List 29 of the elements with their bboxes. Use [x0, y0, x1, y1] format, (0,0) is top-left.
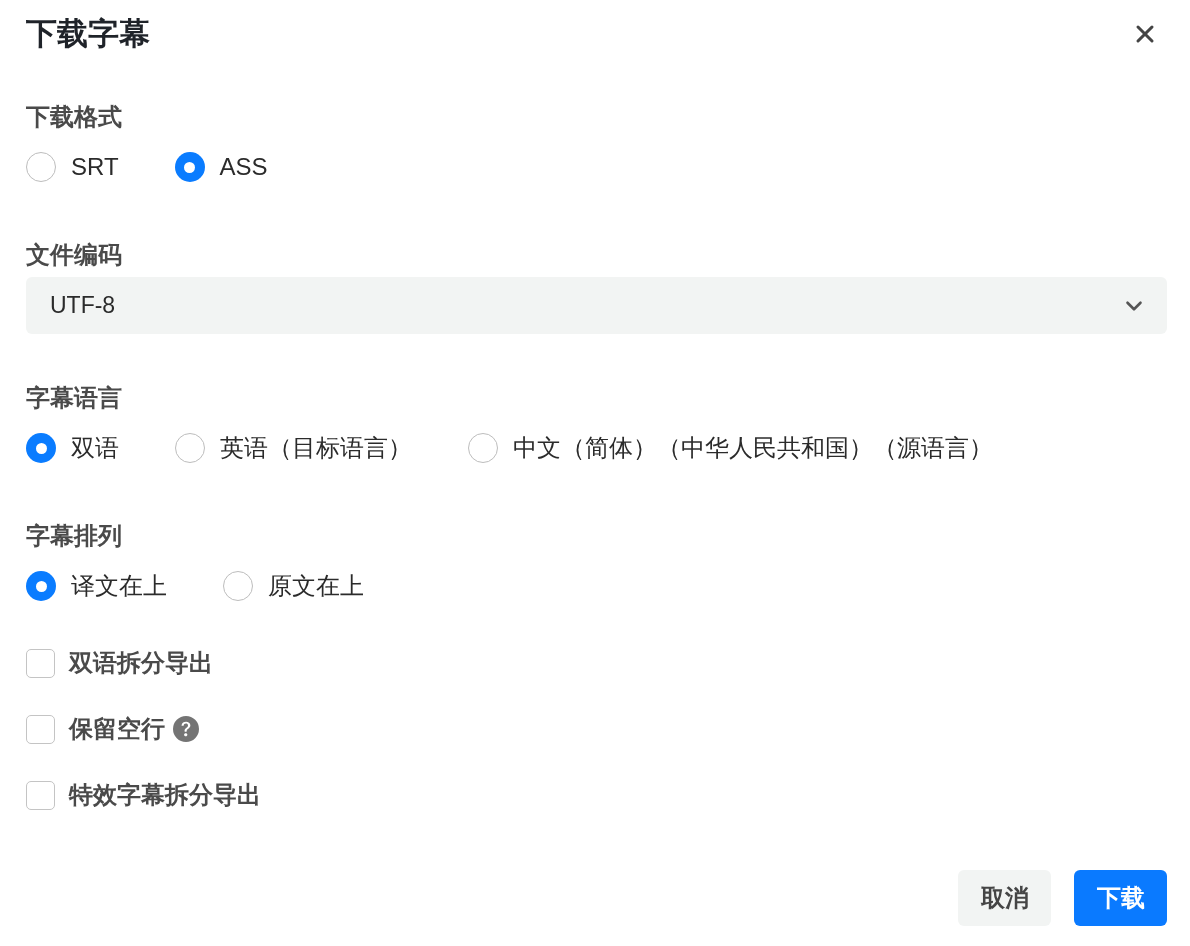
dialog-title: 下载字幕: [26, 15, 150, 53]
checkbox-label[interactable]: 双语拆分导出: [69, 648, 213, 678]
radio-button[interactable]: [174, 152, 205, 182]
option-label[interactable]: SRT: [71, 152, 119, 182]
radio-button[interactable]: [26, 571, 56, 601]
help-icon[interactable]: [173, 716, 199, 742]
cancel-button[interactable]: 取消: [958, 870, 1051, 926]
checkbox[interactable]: [26, 714, 55, 744]
section-label: 字幕语言: [26, 383, 122, 413]
radio-button[interactable]: [468, 433, 498, 463]
option-label[interactable]: 原文在上: [268, 571, 364, 601]
download-button[interactable]: 下载: [1074, 870, 1167, 926]
option-label[interactable]: ASS: [219, 152, 268, 182]
radio-button[interactable]: [175, 433, 205, 463]
section-label: 下载格式: [26, 102, 122, 132]
option-label[interactable]: 双语: [71, 433, 119, 463]
option-label[interactable]: 译文在上: [71, 571, 167, 601]
radio-button[interactable]: [26, 433, 56, 463]
option-label[interactable]: 英语（目标语言）: [220, 433, 412, 463]
radio-button[interactable]: [26, 152, 56, 182]
checkbox[interactable]: [26, 648, 55, 678]
radio-button[interactable]: [223, 571, 253, 601]
section-label: 字幕排列: [26, 521, 122, 551]
checkbox[interactable]: [26, 780, 55, 810]
checkbox-label[interactable]: 保留空行: [69, 714, 165, 744]
checkbox-label[interactable]: 特效字幕拆分导出: [69, 780, 261, 810]
section-label: 文件编码: [26, 240, 122, 270]
encoding-select[interactable]: UTF-8: [26, 277, 1167, 334]
option-label[interactable]: 中文（简体）（中华人民共和国）（源语言）: [513, 433, 993, 463]
